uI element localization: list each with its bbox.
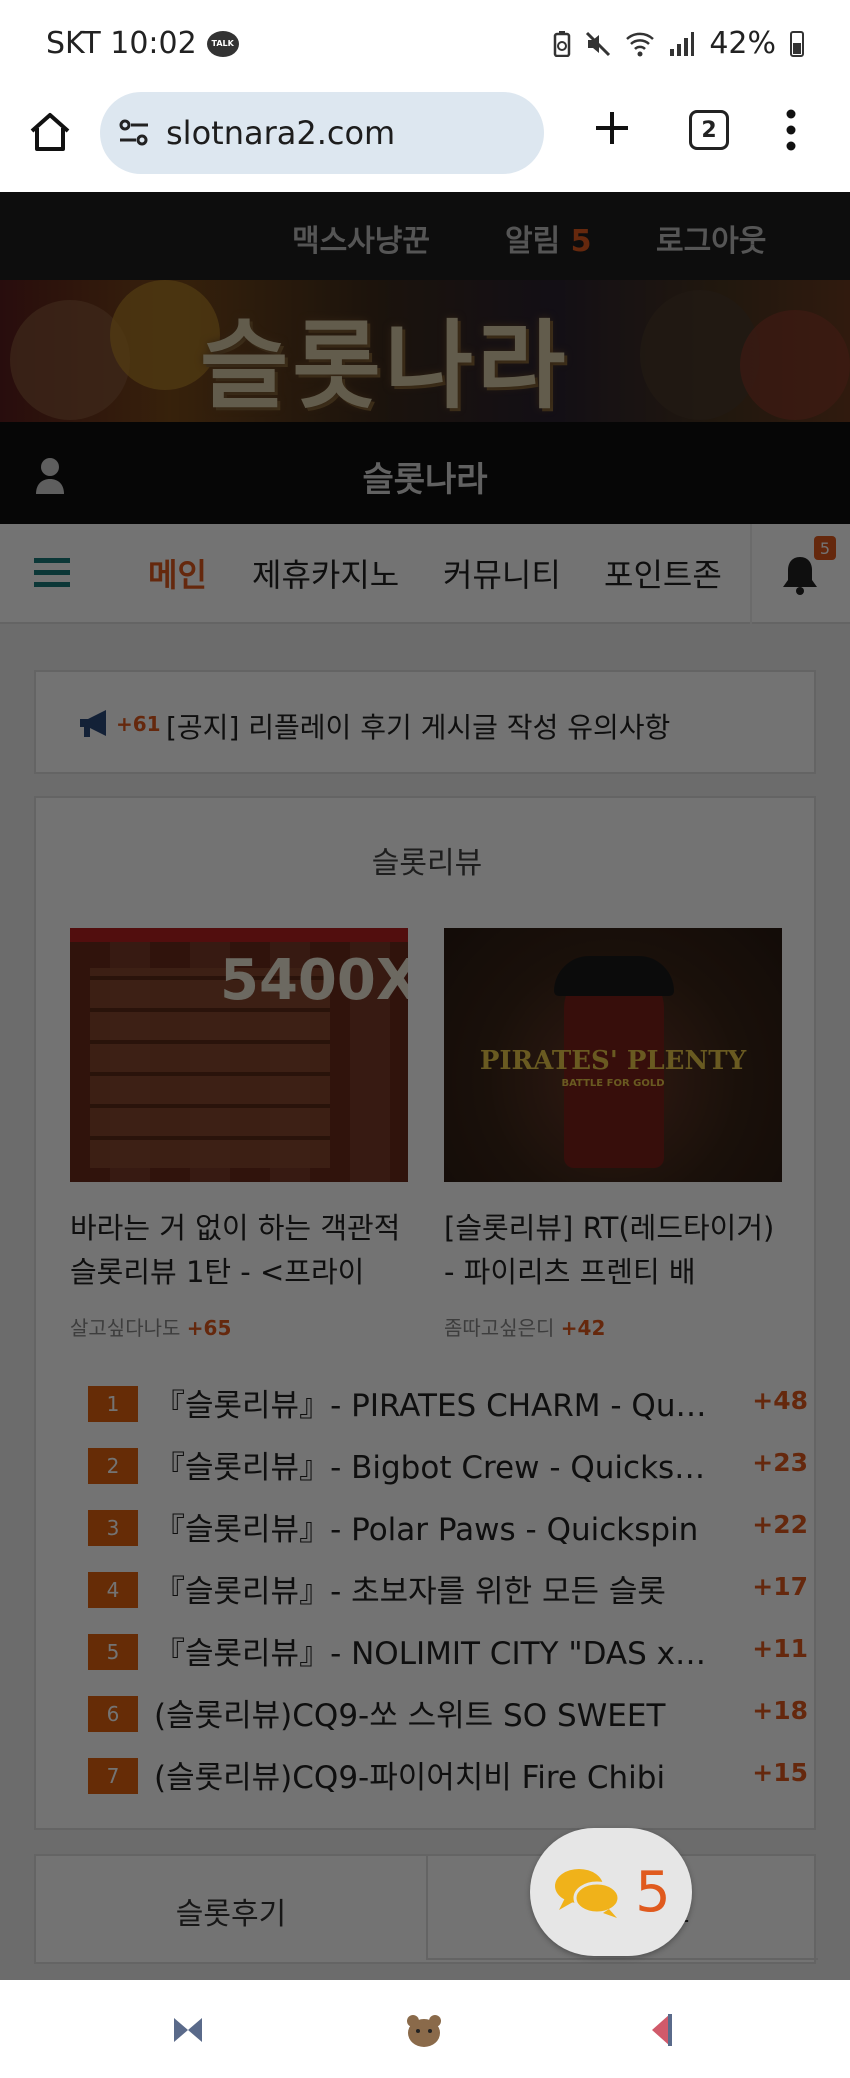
rank-badge: 7 xyxy=(88,1758,138,1794)
site-banner[interactable]: 슬롯나라 xyxy=(0,280,850,422)
web-page: 맥스사냥꾼 알림 5 로그아웃 슬롯나라 슬롯나라 메인 제휴카지노 커뮤니티 … xyxy=(0,192,850,1980)
home-icon[interactable] xyxy=(28,110,72,154)
alerts-link[interactable]: 알림 5 xyxy=(505,216,592,260)
points: +18 xyxy=(752,1696,808,1725)
list-item-title[interactable]: (슬롯리뷰)CQ9-파이어치비 Fire Chibi xyxy=(154,1752,714,1797)
points: +42 xyxy=(560,1316,606,1340)
chat-bubbles-icon xyxy=(555,1869,621,1918)
author: 살고싶다나도 xyxy=(70,1316,181,1340)
home-bear-icon[interactable] xyxy=(404,2010,444,2050)
rank-badge: 5 xyxy=(88,1634,138,1670)
alerts-label: 알림 xyxy=(505,224,561,259)
list-item[interactable]: 4 『슬롯리뷰』- 초보자를 위한 모든 슬롯 +17 xyxy=(88,1558,808,1620)
site-title: 슬롯나라 xyxy=(362,460,488,500)
points: +48 xyxy=(752,1386,808,1415)
logout-link[interactable]: 로그아웃 xyxy=(656,216,766,260)
hamburger-menu-icon[interactable] xyxy=(34,558,70,588)
chat-count: 5 xyxy=(635,1859,671,1925)
game-logo-subtext: BATTLE FOR GOLD xyxy=(561,1078,665,1089)
menu-item-main[interactable]: 메인 xyxy=(148,550,207,596)
list-item-title[interactable]: 『슬롯리뷰』- Bigbot Crew - Quickspin xyxy=(154,1442,714,1487)
status-right: 42% xyxy=(553,26,804,61)
slot-review-section: 슬롯리뷰 5400X PIRATES' PLENTY BATTLE FOR GO… xyxy=(34,796,816,1830)
main-content: +61 [공지] 리플레이 후기 게시글 작성 유의사항 슬롯리뷰 5400X … xyxy=(0,624,850,1980)
battery-icon xyxy=(790,30,804,57)
back-icon[interactable] xyxy=(642,2010,682,2050)
review-card-meta: 좀따고싶은디 +42 xyxy=(444,1312,605,1341)
rank-badge: 6 xyxy=(88,1696,138,1732)
list-item-title[interactable]: 『슬롯리뷰』- NOLIMIT CITY "DAS xBOOT" xyxy=(154,1628,714,1673)
section-title[interactable]: 슬롯리뷰 xyxy=(36,838,818,882)
site-settings-icon[interactable] xyxy=(116,115,152,151)
bell-badge: 5 xyxy=(814,536,836,560)
notice-text[interactable]: [공지] 리플레이 후기 게시글 작성 유의사항 xyxy=(166,706,670,746)
tabs-icon[interactable]: 2 xyxy=(689,110,729,150)
username-link[interactable]: 맥스사냥꾼 xyxy=(292,216,430,260)
rank-badge: 3 xyxy=(88,1510,138,1546)
rank-badge: 2 xyxy=(88,1448,138,1484)
site-title-bar: 슬롯나라 xyxy=(0,422,850,524)
new-tab-icon[interactable] xyxy=(590,106,634,150)
status-left: SKT 10:02 TALK xyxy=(46,26,239,61)
alerts-count: 5 xyxy=(570,224,592,259)
banner-art xyxy=(740,310,850,420)
wifi-icon xyxy=(626,32,655,56)
carrier-time: SKT 10:02 xyxy=(46,26,197,61)
url-text: slotnara2.com xyxy=(166,114,396,152)
review-card-title[interactable]: [슬롯리뷰] RT(레드타이거) - 파이리츠 프렌티 배 xyxy=(444,1206,784,1294)
megaphone-icon xyxy=(80,710,106,737)
points: +11 xyxy=(752,1634,808,1663)
multiplier-text: 5400X xyxy=(220,948,408,1013)
author: 좀따고싶은디 xyxy=(444,1316,555,1340)
menu-item-pointzone[interactable]: 포인트존 xyxy=(604,550,722,596)
tab-slot-reviews[interactable]: 슬롯후기 xyxy=(36,1856,426,1966)
battery-saver-icon xyxy=(554,30,571,57)
kakao-talk-icon: TALK xyxy=(206,30,239,57)
list-item[interactable]: 7 (슬롯리뷰)CQ9-파이어치비 Fire Chibi +15 xyxy=(88,1744,808,1806)
top-nav: 맥스사냥꾼 알림 5 로그아웃 xyxy=(0,192,850,280)
list-item[interactable]: 3 『슬롯리뷰』- Polar Paws - Quickspin +22 xyxy=(88,1496,808,1558)
menu-item-casino[interactable]: 제휴카지노 xyxy=(252,550,399,596)
address-bar[interactable]: slotnara2.com xyxy=(100,92,544,174)
battery-percent: 42% xyxy=(709,26,776,61)
points: +15 xyxy=(752,1758,808,1787)
mute-icon xyxy=(586,31,611,56)
points: +65 xyxy=(186,1316,232,1340)
recent-apps-icon[interactable] xyxy=(168,2010,208,2050)
review-thumbnail[interactable]: 5400X xyxy=(70,928,408,1182)
points: +23 xyxy=(752,1448,808,1477)
rank-badge: 1 xyxy=(88,1386,138,1422)
notice-count: +61 xyxy=(116,712,161,736)
more-icon[interactable] xyxy=(778,106,804,154)
menu-divider xyxy=(750,524,752,624)
bell-icon[interactable] xyxy=(780,554,820,596)
list-item[interactable]: 5 『슬롯리뷰』- NOLIMIT CITY "DAS xBOOT" +11 xyxy=(88,1620,808,1682)
list-item-title[interactable]: (슬롯리뷰)CQ9-쏘 스위트 SO SWEET xyxy=(154,1690,714,1735)
list-item-title[interactable]: 『슬롯리뷰』- PIRATES CHARM - Quickspin xyxy=(154,1380,714,1425)
system-nav-bar xyxy=(0,1980,850,2078)
menu-item-community[interactable]: 커뮤니티 xyxy=(443,550,561,596)
game-logo-text: PIRATES' PLENTY xyxy=(479,1046,747,1076)
list-item[interactable]: 6 (슬롯리뷰)CQ9-쏘 스위트 SO SWEET +18 xyxy=(88,1682,808,1744)
list-item[interactable]: 1 『슬롯리뷰』- PIRATES CHARM - Quickspin +48 xyxy=(88,1372,808,1434)
browser-toolbar: slotnara2.com 2 xyxy=(0,92,850,192)
list-item-title[interactable]: 『슬롯리뷰』- Polar Paws - Quickspin xyxy=(154,1504,714,1549)
status-bar: SKT 10:02 TALK 42% xyxy=(0,0,850,92)
board-tabs: 슬롯후기 자유게시판 xyxy=(34,1854,818,1966)
list-item-title[interactable]: 『슬롯리뷰』- 초보자를 위한 모든 슬롯 xyxy=(154,1566,714,1611)
ranked-review-list: 1 『슬롯리뷰』- PIRATES CHARM - Quickspin +48 2 『… xyxy=(88,1372,808,1806)
list-item[interactable]: 2 『슬롯리뷰』- Bigbot Crew - Quickspin +23 xyxy=(88,1434,808,1496)
banner-logo: 슬롯나라 xyxy=(200,310,570,422)
points: +17 xyxy=(752,1572,808,1601)
chat-button[interactable]: 5 xyxy=(530,1828,692,1956)
points: +22 xyxy=(752,1510,808,1539)
main-menu: 메인 제휴카지노 커뮤니티 포인트존 5 xyxy=(0,524,850,624)
pirate-hat-image xyxy=(554,956,674,996)
signal-icon xyxy=(670,31,695,56)
notice-banner[interactable]: +61 [공지] 리플레이 후기 게시글 작성 유의사항 xyxy=(34,670,816,774)
review-card-title[interactable]: 바라는 거 없이 하는 객관적 슬롯리뷰 1탄 - <프라이 xyxy=(70,1206,410,1294)
review-thumbnail[interactable]: PIRATES' PLENTY BATTLE FOR GOLD xyxy=(444,928,782,1182)
rank-badge: 4 xyxy=(88,1572,138,1608)
review-card-meta: 살고싶다나도 +65 xyxy=(70,1312,231,1341)
